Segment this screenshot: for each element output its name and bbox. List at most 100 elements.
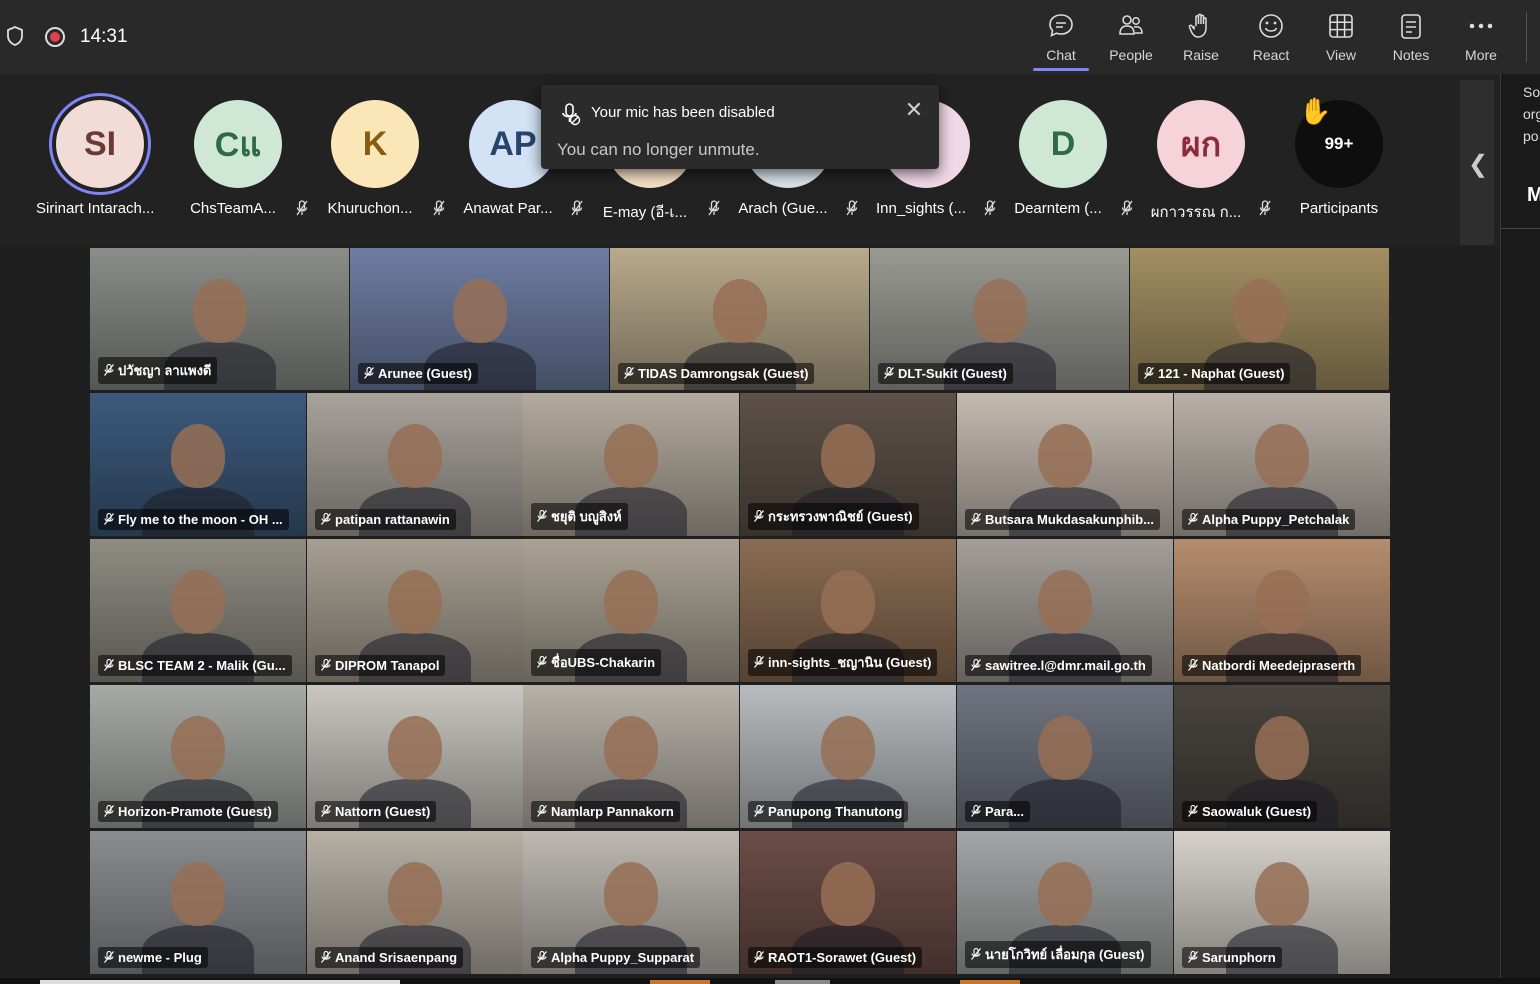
participant-video-face [1038, 424, 1092, 488]
participant-tile[interactable]: SI Sirinart Intarach... [36, 96, 166, 226]
people-button[interactable]: People [1096, 0, 1166, 74]
video-tile[interactable]: ชยุติ บญูสิงห์ [523, 393, 739, 536]
mic-off-icon [971, 658, 981, 671]
video-tile[interactable]: Natbordi Meedejpraserth [1174, 539, 1390, 682]
participant-video-face [171, 424, 225, 488]
video-tile[interactable]: patipan rattanawin [307, 393, 523, 536]
mic-off-icon [104, 363, 114, 376]
more-label: More [1465, 47, 1497, 63]
react-button[interactable]: React [1236, 0, 1306, 74]
video-tile[interactable]: DIPROM Tanapol [307, 539, 523, 682]
avatar: Cแ [194, 100, 282, 188]
progress-segment [650, 980, 710, 984]
video-tile[interactable]: Sarunphorn [1174, 831, 1390, 974]
video-tile[interactable]: DLT-Sukit (Guest) [870, 248, 1129, 390]
meeting-toolbar: Chat People Raise React View Notes More [1026, 0, 1516, 74]
notes-label: Notes [1392, 47, 1430, 63]
video-tile[interactable]: Nattorn (Guest) [307, 685, 523, 828]
participant-tile[interactable]: D Dearntem (... [999, 96, 1133, 226]
video-tile[interactable]: นายโกวิทย์ เลื่อมกุล (Guest) [957, 831, 1173, 974]
video-name-text: Nattorn (Guest) [335, 804, 431, 819]
mic-off-icon [433, 200, 445, 216]
mic-off-icon [754, 509, 764, 522]
mic-off-icon [562, 103, 581, 126]
video-tile[interactable]: Namlarp Pannakorn [523, 685, 739, 828]
mic-off-icon [846, 200, 858, 216]
divider [1501, 228, 1540, 229]
video-name-text: Panupong Thanutong [768, 804, 903, 819]
view-button[interactable]: View [1306, 0, 1376, 74]
video-name-text: Arunee (Guest) [378, 366, 472, 381]
raise-label: Raise [1183, 47, 1219, 63]
side-panel-text: org [1523, 106, 1540, 122]
video-name-text: นายโกวิทย์ เลื่อมกุล (Guest) [985, 947, 1145, 962]
mic-off-icon [1188, 658, 1198, 671]
raise-button[interactable]: Raise [1166, 0, 1236, 74]
participant-video-face [1255, 862, 1309, 926]
toast-message: You can no longer unmute. [557, 140, 760, 159]
video-tile[interactable]: Alpha Puppy_Supparat [523, 831, 739, 974]
video-tile[interactable]: TIDAS Damrongsak (Guest) [610, 248, 869, 390]
mic-off-icon [1188, 512, 1198, 525]
participant-video-face [1233, 279, 1287, 343]
participant-name: Anawat Par... [463, 200, 553, 217]
video-tile[interactable]: Panupong Thanutong [740, 685, 956, 828]
side-panel-text: So [1523, 84, 1540, 100]
participant-name: Arach (Gue... [738, 200, 828, 217]
video-name-text: ปวัชญา ลาแพงดี [118, 363, 212, 378]
mic-off-icon [1121, 200, 1133, 216]
participant-name: Dearntem (... [1014, 200, 1102, 217]
video-tile[interactable]: กระทรวงพาณิชย์ (Guest) [740, 393, 956, 536]
video-tile[interactable]: Para... [957, 685, 1173, 828]
video-tile[interactable]: sawitree.l@dmr.mail.go.th [957, 539, 1173, 682]
video-tile[interactable]: inn-sights_ชญานิน (Guest) [740, 539, 956, 682]
video-tile[interactable]: BLSC TEAM 2 - Malik (Gu... [90, 539, 306, 682]
participant-video-face [604, 862, 658, 926]
video-tile[interactable]: Arunee (Guest) [350, 248, 609, 390]
video-tile[interactable]: Saowaluk (Guest) [1174, 685, 1390, 828]
bottom-progress-bar [0, 978, 1540, 984]
video-tile[interactable]: 121 - Naphat (Guest) [1130, 248, 1389, 390]
video-name-label: Butsara Mukdasakunphib... [965, 509, 1161, 530]
video-tile[interactable]: Alpha Puppy_Petchalak [1174, 393, 1390, 536]
participant-name: E-may (อี-เ... [602, 204, 688, 221]
video-tile[interactable]: Anand Srisaenpang [307, 831, 523, 974]
video-name-label: Alpha Puppy_Petchalak [1182, 509, 1356, 530]
video-tile[interactable]: Fly me to the moon - OH ... [90, 393, 306, 536]
notes-button[interactable]: Notes [1376, 0, 1446, 74]
video-name-label: BLSC TEAM 2 - Malik (Gu... [98, 655, 292, 676]
mic-off-icon [296, 200, 308, 216]
close-icon[interactable]: ✕ [903, 99, 925, 121]
participant-video-face [604, 570, 658, 634]
participant-video-face [171, 862, 225, 926]
video-tile[interactable]: ชื่อUBS-Chakarin [523, 539, 739, 682]
mic-off-icon [321, 950, 331, 963]
video-grid: ปวัชญา ลาแพงดี Arunee (Guest) TIDAS Damron… [90, 248, 1390, 974]
shield-icon [7, 26, 23, 46]
video-name-text: 121 - Naphat (Guest) [1158, 366, 1285, 381]
video-tile[interactable]: RAOT1-Sorawet (Guest) [740, 831, 956, 974]
toolbar-divider [1526, 12, 1527, 62]
video-tile[interactable]: newme - Plug [90, 831, 306, 974]
participant-tile[interactable]: ผก ผกาวรรณ ก... [1137, 96, 1271, 226]
more-button[interactable]: More [1446, 0, 1516, 74]
collapse-strip-button[interactable]: ❮ [1460, 80, 1494, 245]
participant-tile[interactable]: Cแ ChsTeamA... [174, 96, 308, 226]
mic-off-icon [708, 200, 720, 216]
video-name-text: inn-sights_ชญานิน (Guest) [768, 655, 932, 670]
mic-off-icon [537, 655, 547, 668]
mic-off-icon [104, 512, 114, 525]
video-name-text: Horizon-Pramote (Guest) [118, 804, 272, 819]
chat-button[interactable]: Chat [1026, 0, 1096, 74]
participant-video-face [604, 716, 658, 780]
video-tile[interactable]: Butsara Mukdasakunphib... [957, 393, 1173, 536]
mic-disabled-toast: Your mic has been disabled ✕ You can no … [541, 85, 939, 169]
mic-off-icon [1188, 950, 1198, 963]
video-tile[interactable]: ปวัชญา ลาแพงดี [90, 248, 349, 390]
participants-overflow-button[interactable]: 99+ ✋ Participants [1275, 96, 1405, 226]
mic-off-icon [971, 947, 981, 960]
video-tile[interactable]: Horizon-Pramote (Guest) [90, 685, 306, 828]
mic-off-icon [321, 804, 331, 817]
view-label: View [1325, 47, 1357, 63]
participant-tile[interactable]: K Khuruchon... [311, 96, 445, 226]
